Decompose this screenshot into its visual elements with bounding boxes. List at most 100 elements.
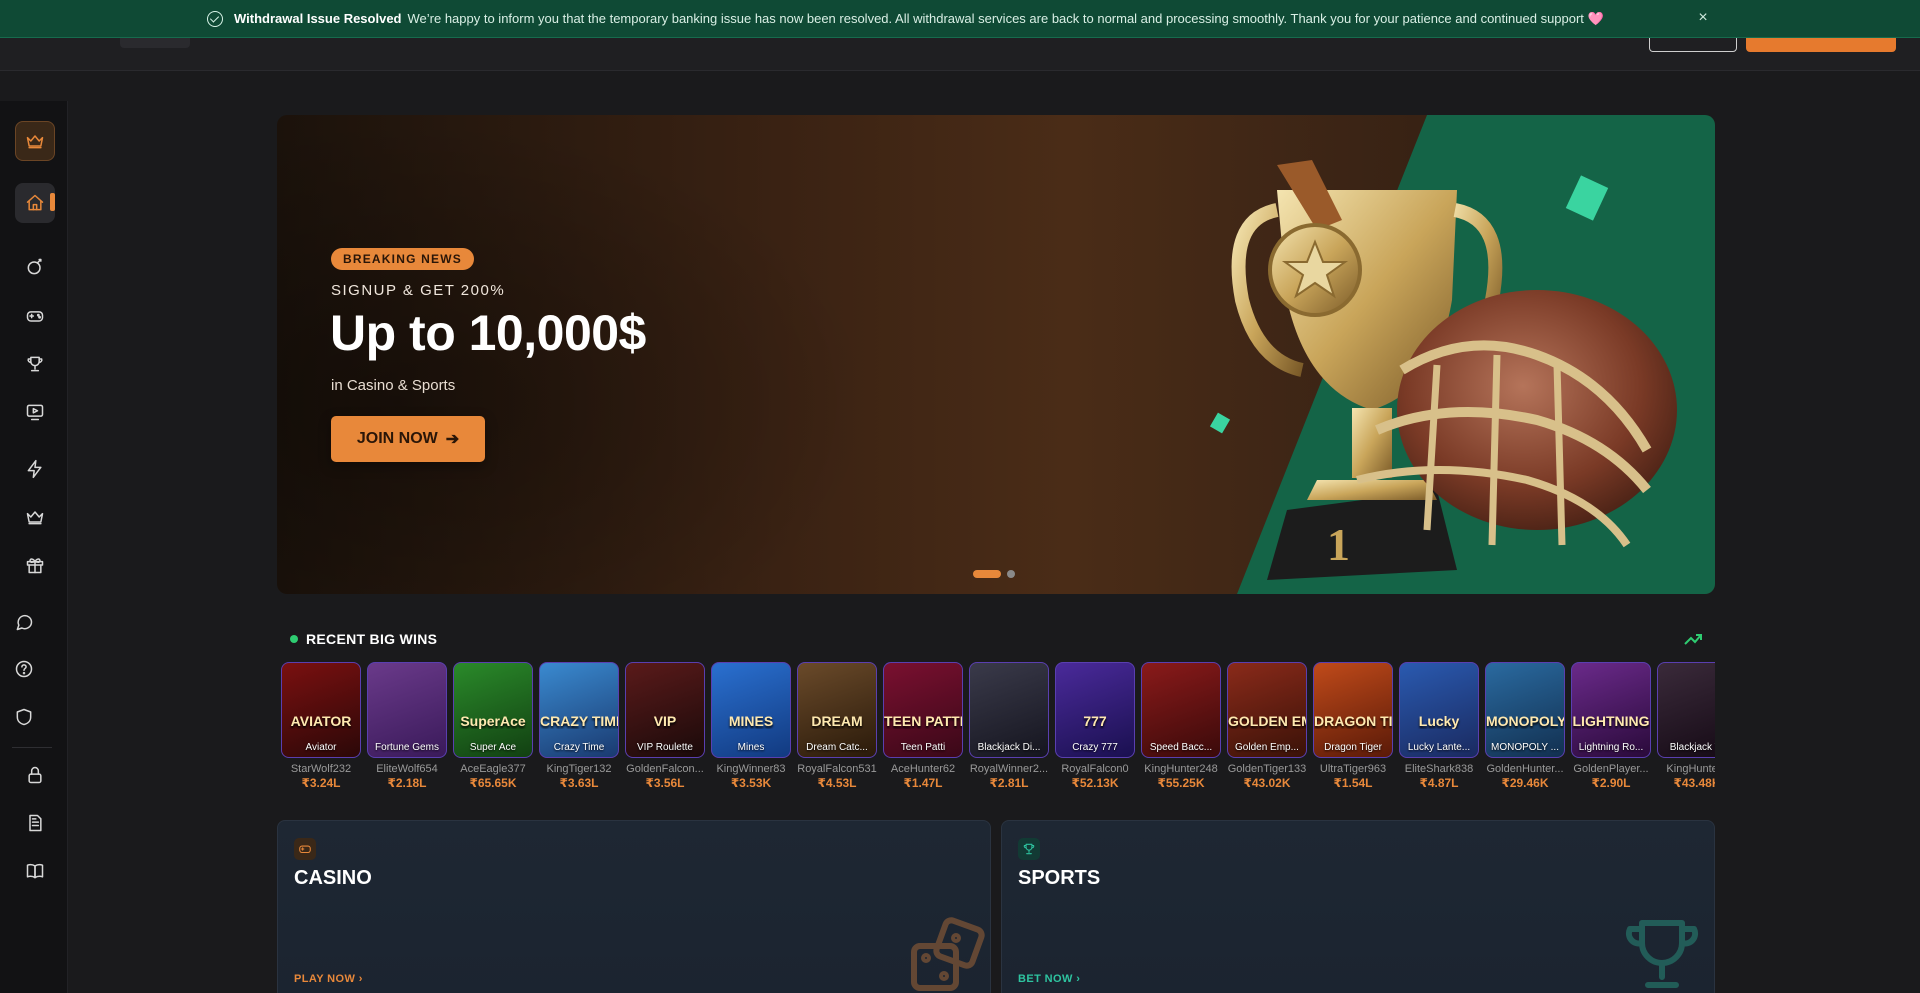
game-name: VIP Roulette [637,742,693,753]
win-amount: ₹4.53L [817,776,857,790]
sidebar-item-guide[interactable] [15,851,55,891]
win-card[interactable]: DREAM Dream Catc... RoyalFalcon531 ₹4.53L [797,662,877,790]
game-art-text: VIP [653,713,677,729]
game-name: Fortune Gems [375,742,439,753]
game-thumbnail: Blackjack Di... [969,662,1049,758]
win-card[interactable]: Lucky Lucky Lante... EliteShark838 ₹4.87L [1399,662,1479,790]
game-art-text: SuperAce [460,713,526,729]
category-card-casino[interactable]: CASINO PLAY NOW › [277,820,991,993]
document-icon [29,814,42,832]
category-cta-link[interactable]: PLAY NOW › [294,973,363,985]
sidebar-item-tournaments[interactable] [15,344,55,384]
sidebar-item-live[interactable] [15,392,55,432]
carousel-dot-2[interactable] [1007,570,1015,578]
sidebar-item-security[interactable] [4,697,44,737]
win-amount: ₹43.02K [1243,776,1291,790]
win-amount: ₹52.13K [1071,776,1119,790]
sidebar-item-chat[interactable] [4,602,44,642]
sidebar-item-terms[interactable] [15,803,55,843]
help-icon [15,660,33,678]
svg-text:1: 1 [1327,519,1350,570]
win-amount: ₹2.90L [1591,776,1631,790]
close-icon[interactable]: × [1693,8,1713,28]
game-art-text: 777 [1083,713,1107,729]
sidebar-item-help[interactable] [4,649,44,689]
win-card[interactable]: 777 Crazy 777 RoyalFalcon0 ₹52.13K [1055,662,1135,790]
game-name: Crazy 777 [1072,742,1118,753]
live-tv-icon [26,404,44,421]
check-circle-icon [207,11,223,27]
win-card[interactable]: MONOPOLY MONOPOLY ... GoldenHunter... ₹29.4… [1485,662,1565,790]
game-thumbnail: Fortune Gems [367,662,447,758]
game-thumbnail: TEEN PATTI Teen Patti [883,662,963,758]
win-amount: ₹29.46K [1501,776,1549,790]
game-thumbnail: CRAZY TIME Crazy Time [539,662,619,758]
winner-username: UltraTiger963 [1319,763,1387,775]
trending-up-icon [1684,632,1702,646]
category-cta-link[interactable]: BET NOW › [1018,973,1080,985]
win-card[interactable]: Fortune Gems EliteWolf654 ₹2.18L [367,662,447,790]
recent-wins-header: RECENT BIG WINS [290,631,437,647]
win-amount: ₹2.18L [387,776,427,790]
book-icon [26,863,44,879]
lightning-icon [27,459,42,479]
winner-username: GoldenHunter... [1486,763,1564,775]
win-card[interactable]: LIGHTNING Lightning Ro... GoldenPlayer... ₹… [1571,662,1651,790]
chat-icon [16,614,33,631]
game-name: Speed Bacc... [1149,742,1213,753]
win-amount: ₹2.81L [989,776,1029,790]
carousel-dots [973,570,1015,578]
game-art-text: DREAM [811,713,863,729]
win-card[interactable]: CRAZY TIME Crazy Time KingTiger132 ₹3.63L [539,662,619,790]
win-card[interactable]: TEEN PATTI Teen Patti AceHunter62 ₹1.47L [883,662,963,790]
hero-banner[interactable]: 1 BREAKING NEWS SIGNUP & GET 200% Up to … [277,115,1715,594]
category-title: SPORTS [1018,867,1101,889]
sidebar-item-games[interactable] [15,296,55,336]
winner-username: GoldenFalcon... [626,763,704,775]
sidebar-item-sports[interactable] [15,247,55,287]
win-card[interactable]: VIP VIP Roulette GoldenFalcon... ₹3.56L [625,662,705,790]
crown-icon [26,511,44,525]
game-name: Aviator [305,742,337,753]
gift-icon [26,558,44,574]
sidebar-item-vip-club[interactable] [15,497,55,537]
win-amount: ₹65.65K [469,776,517,790]
win-card[interactable]: SuperAce Super Ace AceEagle377 ₹65.65K [453,662,533,790]
game-art-text: GOLDEN EMPIRE [1228,713,1306,729]
active-indicator [50,193,55,211]
trophy-helmet-illustration: 1 [1209,160,1677,580]
win-card[interactable]: DRAGON TIGER Dragon Tiger UltraTiger963₹1.… [1313,662,1393,790]
carousel-dot-1[interactable] [973,570,1001,578]
win-card[interactable]: MINES Mines KingWinner83 ₹3.53K [711,662,791,790]
game-thumbnail: LIGHTNING Lightning Ro... [1571,662,1651,758]
hero-headline: Up to 10,000$ [330,305,646,361]
sports-ball-icon [27,258,42,275]
win-card[interactable]: Speed Bacc... KingHunter248 ₹55.25K [1141,662,1221,790]
arrow-right-icon: ➔ [445,431,460,448]
game-thumbnail: SuperAce Super Ace [453,662,533,758]
win-card[interactable]: Blackjack VI KingHunter5₹43.48K [1657,662,1715,790]
win-amount: ₹4.87L [1419,776,1459,790]
join-now-button[interactable]: JOIN NOW ➔ [331,416,485,462]
game-name: Blackjack VI [1669,742,1715,753]
game-thumbnail: MINES Mines [711,662,791,758]
sidebar-item-home[interactable] [15,183,55,223]
game-thumbnail: GOLDEN EMPIRE Golden Emp... [1227,662,1307,758]
sidebar-item-promotions[interactable] [15,545,55,585]
sidebar-item-vip[interactable] [15,121,55,161]
game-name: Lightning Ro... [1578,742,1644,753]
winner-username: KingHunter248 [1144,763,1218,775]
game-thumbnail: DREAM Dream Catc... [797,662,877,758]
sidebar-item-privacy[interactable] [15,755,55,795]
sidebar-item-fast-games[interactable] [15,449,55,489]
win-card[interactable]: Blackjack Di... RoyalWinner2... ₹2.81L [969,662,1049,790]
win-amount: ₹3.56L [645,776,685,790]
crown-icon [26,135,44,149]
win-card[interactable]: AVIATOR Aviator StarWolf232 ₹3.24L [281,662,361,790]
game-name: MONOPOLY ... [1491,742,1559,753]
category-card-sports[interactable]: SPORTS BET NOW › [1001,820,1715,993]
lock-icon [28,766,42,784]
game-name: Golden Emp... [1235,742,1299,753]
game-art-text: MONOPOLY [1486,713,1564,729]
win-card[interactable]: GOLDEN EMPIRE Golden Emp... GoldenTiger133… [1227,662,1307,790]
